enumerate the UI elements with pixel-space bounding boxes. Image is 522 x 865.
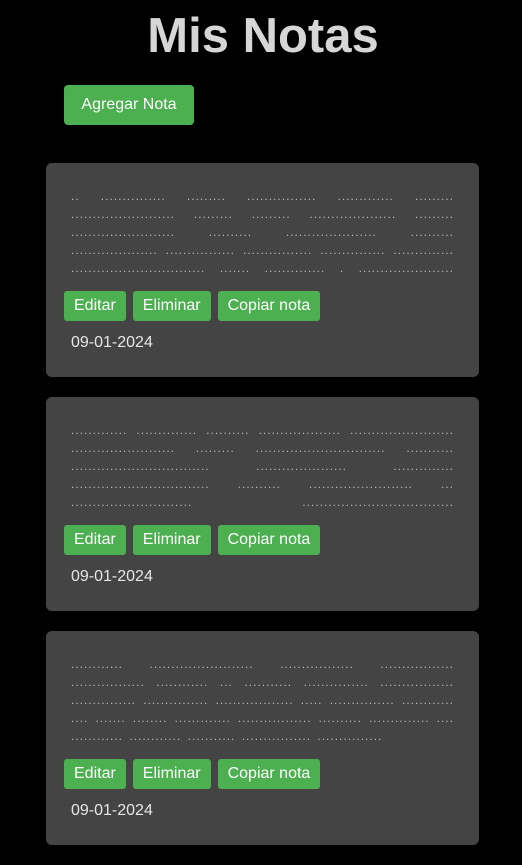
note-date: 09-01-2024 xyxy=(71,802,153,819)
delete-button[interactable]: Eliminar xyxy=(132,291,211,321)
edit-button[interactable]: Editar xyxy=(64,291,126,321)
note-card: ............. .............. .......... … xyxy=(46,397,479,611)
note-actions: Editar Eliminar Copiar nota xyxy=(64,525,327,555)
delete-button[interactable]: Eliminar xyxy=(132,525,211,555)
note-card: ............ ........................ ..… xyxy=(46,631,479,845)
note-actions: Editar Eliminar Copiar nota xyxy=(64,759,327,789)
note-date: 09-01-2024 xyxy=(71,568,153,585)
note-text: .. ............... ......... ...........… xyxy=(71,189,454,281)
note-card: .. ............... ......... ...........… xyxy=(46,163,479,377)
copy-note-button[interactable]: Copiar nota xyxy=(217,759,321,789)
note-text: ............ ........................ ..… xyxy=(71,657,454,743)
add-note-button[interactable]: Agregar Nota xyxy=(64,85,194,125)
page-title: Mis Notas xyxy=(147,9,379,63)
copy-note-button[interactable]: Copiar nota xyxy=(217,291,321,321)
note-text: ............. .............. .......... … xyxy=(71,423,454,515)
note-date: 09-01-2024 xyxy=(71,334,153,351)
delete-button[interactable]: Eliminar xyxy=(132,759,211,789)
copy-note-button[interactable]: Copiar nota xyxy=(217,525,321,555)
note-actions: Editar Eliminar Copiar nota xyxy=(64,291,327,321)
notes-list: .. ............... ......... ...........… xyxy=(46,163,479,865)
edit-button[interactable]: Editar xyxy=(64,525,126,555)
edit-button[interactable]: Editar xyxy=(64,759,126,789)
